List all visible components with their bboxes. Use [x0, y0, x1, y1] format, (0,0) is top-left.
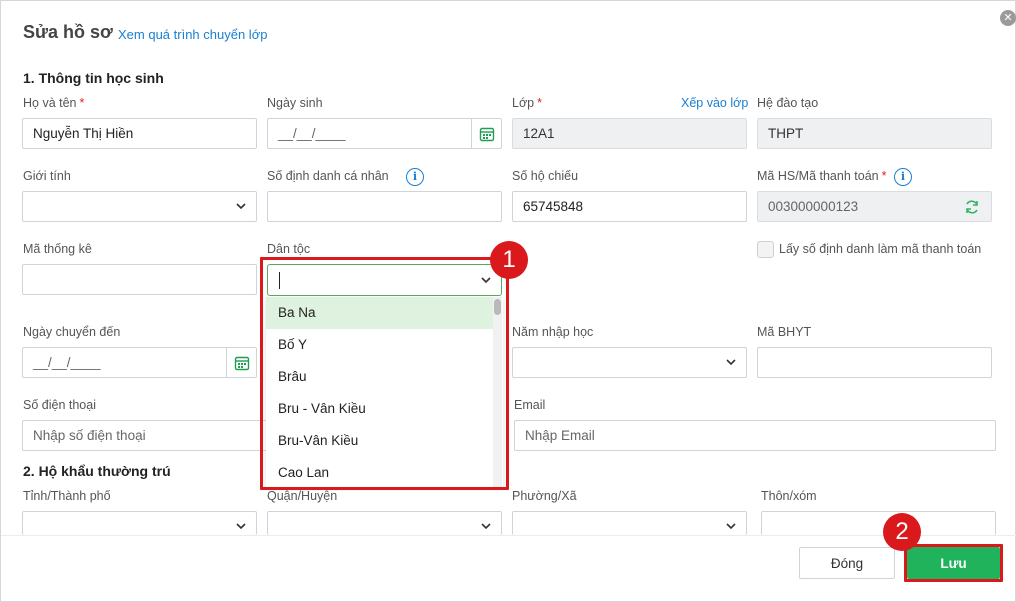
- ethnicity-label: Dân tộc: [267, 242, 311, 256]
- district-select[interactable]: [267, 511, 502, 535]
- personal-id-input[interactable]: [267, 191, 502, 222]
- hamlet-input[interactable]: [761, 511, 996, 535]
- class-label: Lớp *: [512, 96, 542, 110]
- section-permanent-address: 2. Hộ khẩu thường trú: [23, 463, 171, 479]
- stat-code-label: Mã thống kê: [23, 242, 92, 256]
- health-insurance-label: Mã BHYT: [757, 325, 812, 339]
- annotation-highlight-ethnicity: [260, 257, 509, 490]
- gender-select[interactable]: [22, 191, 257, 222]
- class-input: 12A1: [512, 118, 747, 149]
- ward-select[interactable]: [512, 511, 747, 535]
- info-icon[interactable]: i: [894, 168, 912, 186]
- email-label: Email: [514, 398, 546, 412]
- footer-divider: [1, 535, 1016, 536]
- hamlet-label: Thôn/xóm: [761, 489, 817, 503]
- chevron-down-icon: [726, 359, 736, 366]
- province-label: Tỉnh/Thành phố: [23, 489, 111, 503]
- province-select[interactable]: [22, 511, 257, 535]
- enroll-year-select[interactable]: [512, 347, 747, 378]
- student-code-input: 003000000123: [757, 191, 992, 222]
- passport-input[interactable]: 65745848: [512, 191, 747, 222]
- dob-input[interactable]: __/__/____: [267, 118, 502, 149]
- gender-label: Giới tính: [23, 169, 71, 183]
- transfer-date-label: Ngày chuyển đến: [23, 325, 121, 339]
- close-icon[interactable]: ✕: [1000, 10, 1016, 26]
- full-name-input[interactable]: Nguyễn Thị Hiền: [22, 118, 257, 149]
- edit-profile-dialog: ✕ Sửa hồ sơ Xem quá trình chuyển lớp 1. …: [0, 0, 1016, 602]
- annotation-step-badge: 2: [883, 513, 921, 551]
- calendar-icon[interactable]: [226, 348, 256, 377]
- personal-id-label: Số định danh cá nhân: [267, 169, 389, 183]
- health-insurance-input[interactable]: [757, 347, 992, 378]
- dialog-title: Sửa hồ sơ: [23, 22, 113, 42]
- annotation-highlight-save: [904, 544, 1003, 582]
- section-student-info: 1. Thông tin học sinh: [23, 70, 164, 86]
- enroll-year-label: Năm nhập học: [512, 325, 594, 339]
- use-id-as-payment-checkbox[interactable]: [757, 241, 774, 258]
- chevron-down-icon: [236, 523, 246, 530]
- ward-label: Phường/Xã: [512, 489, 577, 503]
- refresh-icon[interactable]: [963, 198, 981, 216]
- phone-label: Số điện thoại: [23, 398, 96, 412]
- education-system-input: THPT: [757, 118, 992, 149]
- chevron-down-icon: [236, 203, 246, 210]
- education-system-label: Hệ đào tạo: [757, 96, 819, 110]
- use-id-as-payment-label: Lấy số định danh làm mã thanh toán: [779, 242, 982, 256]
- full-name-label: Họ và tên *: [23, 96, 85, 110]
- dob-label: Ngày sinh: [267, 96, 323, 110]
- close-button[interactable]: Đóng: [799, 547, 895, 579]
- stat-code-input[interactable]: [22, 264, 257, 295]
- student-code-label: Mã HS/Mã thanh toán *: [757, 169, 887, 183]
- transfer-date-input[interactable]: __/__/____: [22, 347, 257, 378]
- annotation-step-badge: 1: [490, 241, 528, 279]
- view-class-transfer-link[interactable]: Xem quá trình chuyển lớp: [118, 27, 267, 42]
- passport-label: Số hộ chiếu: [512, 169, 579, 183]
- calendar-icon[interactable]: [471, 119, 501, 148]
- district-label: Quận/Huyện: [267, 489, 338, 503]
- assign-class-link[interactable]: Xếp vào lớp: [681, 96, 748, 110]
- chevron-down-icon: [726, 523, 736, 530]
- chevron-down-icon: [481, 523, 491, 530]
- info-icon[interactable]: i: [406, 168, 424, 186]
- email-input[interactable]: Nhập Email: [514, 420, 996, 451]
